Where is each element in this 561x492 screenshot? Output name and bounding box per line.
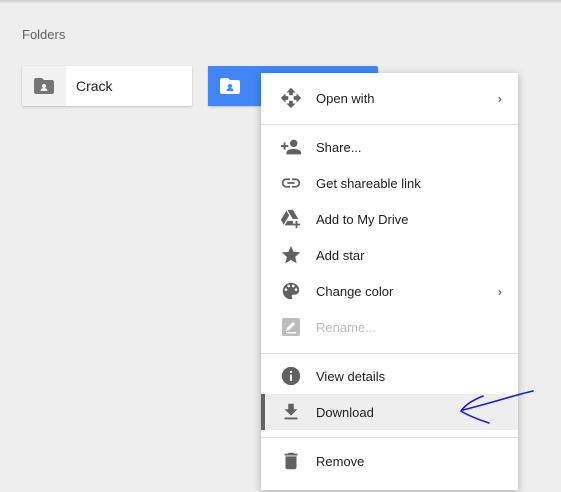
menu-item-rename: Rename... [261, 309, 518, 345]
menu-item-share[interactable]: Share... [261, 129, 518, 165]
menu-item-label: Share... [316, 139, 362, 155]
menu-item-label: Add to My Drive [316, 211, 409, 227]
menu-item-label: Rename... [316, 319, 376, 335]
shared-folder-icon [22, 66, 66, 106]
palette-icon [279, 279, 303, 303]
star-icon [279, 243, 303, 267]
chevron-right-icon: › [497, 283, 502, 299]
menu-divider [261, 437, 518, 438]
menu-item-label: Download [316, 404, 374, 420]
menu-item-label: Add star [316, 247, 365, 263]
rename-icon [279, 315, 303, 339]
folder-card-crack[interactable]: Crack [22, 66, 192, 106]
menu-item-label: Get shareable link [316, 175, 421, 191]
menu-item-change-color[interactable]: Change color › [261, 273, 518, 309]
download-icon [279, 400, 303, 424]
menu-item-label: Open with [316, 90, 375, 106]
drive-add-icon [279, 207, 303, 231]
menu-item-remove[interactable]: Remove [261, 443, 518, 479]
menu-item-open-with[interactable]: Open with › [261, 80, 518, 116]
menu-item-label: View details [316, 368, 386, 384]
menu-item-label: Change color [316, 283, 394, 299]
menu-divider [261, 353, 518, 354]
chevron-right-icon: › [497, 90, 502, 106]
shared-folder-icon [208, 66, 252, 106]
trash-icon [279, 449, 303, 473]
menu-divider [261, 124, 518, 125]
open-with-icon [279, 86, 303, 110]
info-icon [279, 364, 303, 388]
menu-item-add-to-my-drive[interactable]: Add to My Drive [261, 201, 518, 237]
annotation-arrow-icon [459, 390, 534, 424]
menu-item-add-star[interactable]: Add star [261, 237, 518, 273]
person-add-icon [279, 135, 303, 159]
top-shadow [0, 0, 561, 4]
link-icon [279, 171, 303, 195]
folders-section-title: Folders [22, 27, 66, 42]
menu-item-label: Remove [316, 453, 365, 469]
folder-name: Crack [76, 78, 113, 94]
menu-item-get-shareable-link[interactable]: Get shareable link [261, 165, 518, 201]
